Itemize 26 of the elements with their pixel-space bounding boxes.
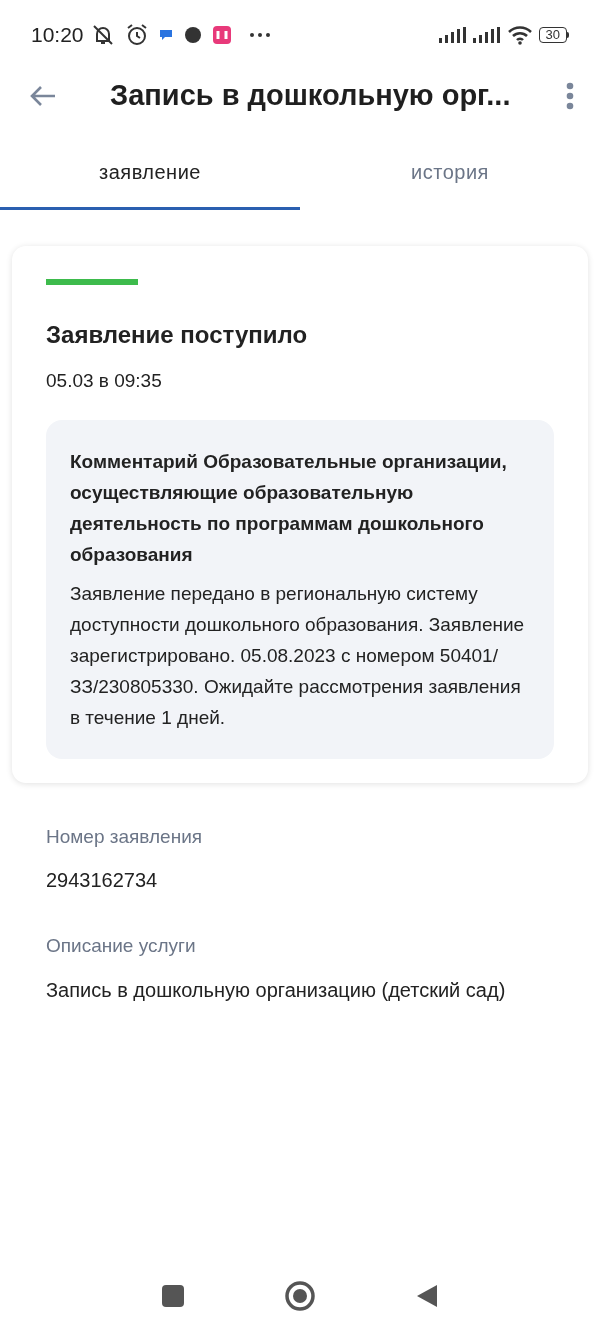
signal-icon bbox=[438, 26, 467, 43]
screen-title: Запись в дошкольную орг... bbox=[110, 78, 511, 114]
field-label: Номер заявления bbox=[46, 824, 204, 849]
recent-apps-icon[interactable] bbox=[162, 1285, 184, 1307]
tab[interactable]: история bbox=[300, 146, 600, 210]
more-vertical-icon bbox=[566, 82, 574, 110]
circle-app-icon bbox=[182, 24, 203, 45]
more-menu-button[interactable] bbox=[564, 81, 576, 111]
home-icon[interactable] bbox=[284, 1280, 316, 1312]
battery-indicator: 30 bbox=[538, 26, 569, 43]
field-value: 2943162734 bbox=[46, 868, 159, 893]
signal-icon bbox=[472, 26, 501, 43]
comment-title: Комментарий Образовательные организации, осуществляющие образовательную деятельность по программам дошкольного образования bbox=[70, 449, 508, 567]
status-date: 05.03 в 09:35 bbox=[46, 369, 163, 393]
field-label: Описание услуги bbox=[46, 934, 197, 958]
status-title: Заявление поступило bbox=[46, 320, 309, 350]
comment-text: Заявление передано в региональную систему доступности дошкольного образования. Заявление зарегистрировано. 05.08.2023 с номером 50401/ЗЗ/230805330. Ожидайте рассмотрения заявления в течение 1 дней. bbox=[70, 581, 526, 730]
tab[interactable]: заявление bbox=[0, 146, 300, 210]
back-triangle-icon[interactable] bbox=[416, 1284, 438, 1308]
chat-bubble-icon bbox=[157, 27, 174, 42]
wifi-icon bbox=[506, 24, 533, 45]
status-time: 10:20 bbox=[31, 21, 84, 48]
app-icon bbox=[211, 24, 232, 45]
field-value: Запись в дошкольную организацию (детский сад) bbox=[46, 977, 507, 1003]
more-dots-icon bbox=[248, 31, 271, 38]
back-arrow-icon bbox=[29, 84, 57, 108]
